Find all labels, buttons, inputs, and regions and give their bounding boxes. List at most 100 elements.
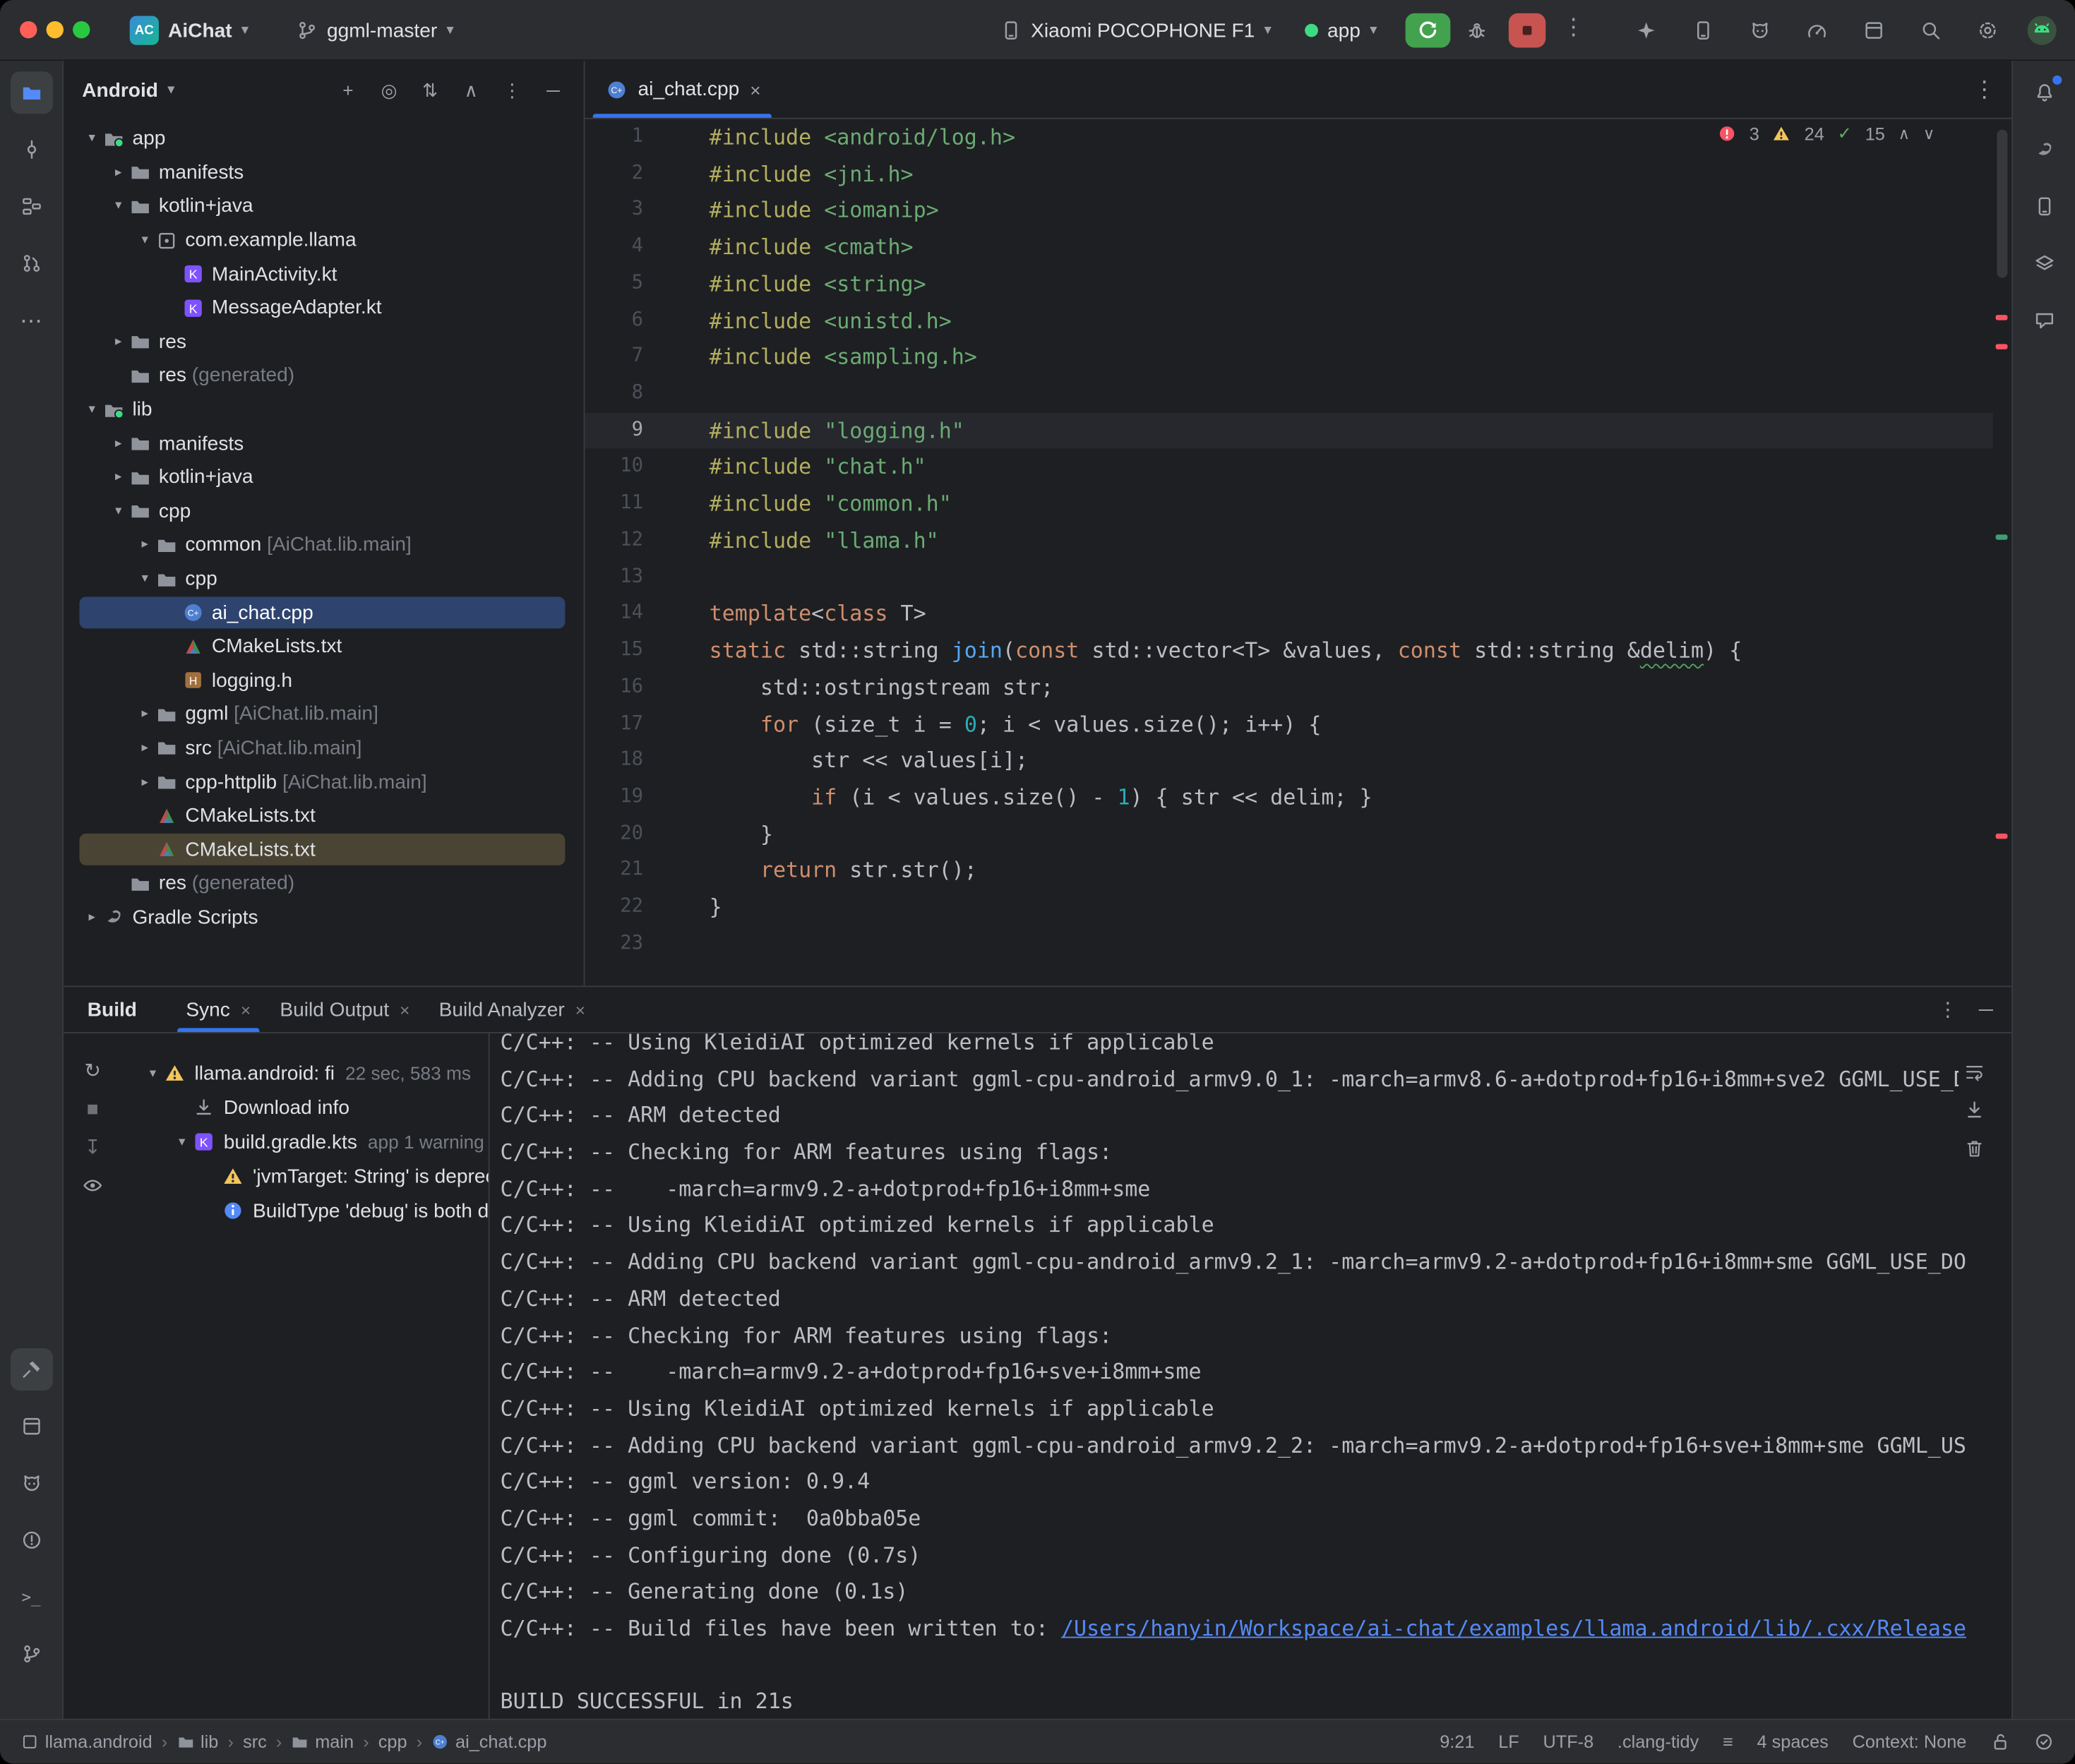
minimize-window-button[interactable] xyxy=(47,21,64,38)
code-line-7[interactable]: 7#include <sampling.h> xyxy=(585,339,1992,376)
build-event-llama-android-fi[interactable]: ▾llama.android: fi22 sec, 583 ms xyxy=(121,1056,488,1091)
tree-item-cmakelists-txt[interactable]: CMakeLists.txt xyxy=(64,833,584,867)
close-tab-icon[interactable]: × xyxy=(575,1000,585,1019)
device-manager-icon[interactable] xyxy=(1858,15,1890,47)
rerun-sync-button[interactable]: ↻ xyxy=(77,1055,109,1086)
tree-item-messageadapter-kt[interactable]: KMessageAdapter.kt xyxy=(64,291,584,325)
line-separator-widget[interactable]: LF xyxy=(1498,1732,1519,1752)
project-view-selector[interactable]: Android xyxy=(82,79,158,102)
device-manager-tool-button[interactable] xyxy=(2023,185,2065,227)
code-line-11[interactable]: 11#include "common.h" xyxy=(585,486,1992,522)
code-line-9[interactable]: 9#include "logging.h" xyxy=(585,412,1992,449)
code-line-3[interactable]: 3#include <iomanip> xyxy=(585,193,1992,229)
build-event-build-gradle-kts[interactable]: ▾Kbuild.gradle.ktsapp 1 warning xyxy=(121,1124,488,1159)
chevron-down-icon[interactable]: ▾ xyxy=(167,83,174,97)
indent-widget[interactable]: 4 spaces xyxy=(1757,1732,1829,1752)
previous-problem-icon[interactable]: ∧ xyxy=(1898,124,1910,143)
readonly-lock-icon[interactable] xyxy=(1990,1732,2010,1752)
problems-tool-button[interactable] xyxy=(10,1519,52,1561)
chevron-right-icon[interactable]: ▸ xyxy=(109,335,128,349)
collapse-all-button[interactable]: ∧ xyxy=(459,78,483,102)
locate-file-button[interactable]: ◎ xyxy=(377,78,401,102)
project-selector[interactable]: AC AiChat ▾ xyxy=(119,12,259,49)
chevron-down-icon[interactable]: ▾ xyxy=(143,1066,162,1081)
caret-position[interactable]: 9:21 xyxy=(1440,1732,1474,1752)
run-button[interactable] xyxy=(1406,13,1451,48)
tree-item-gradle-scripts[interactable]: ▸Gradle Scripts xyxy=(64,901,584,935)
chevron-down-icon[interactable]: ▾ xyxy=(135,572,155,587)
code-line-20[interactable]: 20 } xyxy=(585,816,1992,853)
panel-options-button[interactable]: ⋮ xyxy=(501,78,525,102)
code-line-14[interactable]: 14template<class T> xyxy=(585,596,1992,632)
console-file-link[interactable]: /Users/hanyin/Workspace/ai-chat/examples… xyxy=(1061,1616,1966,1641)
version-control-tool-button[interactable] xyxy=(10,1633,52,1675)
tree-item-app[interactable]: ▾app xyxy=(64,121,584,155)
device-explorer-tool-button[interactable] xyxy=(10,1405,52,1448)
breadcrumb-item-src[interactable]: src xyxy=(243,1732,267,1752)
code-line-17[interactable]: 17 for (size_t i = 0; i < values.size();… xyxy=(585,706,1992,743)
tree-item-manifests[interactable]: ▸manifests xyxy=(64,426,584,460)
tree-item-cmakelists-txt[interactable]: CMakeLists.txt xyxy=(64,799,584,833)
stop-button[interactable] xyxy=(1509,13,1545,48)
error-stripe-mark[interactable] xyxy=(1996,534,2008,539)
code-line-5[interactable]: 5#include <string> xyxy=(585,266,1992,303)
profiler-icon[interactable] xyxy=(1801,15,1833,47)
terminal-tool-button[interactable]: >_ xyxy=(10,1576,52,1618)
error-stripe-mark[interactable] xyxy=(1996,344,2008,349)
chevron-down-icon[interactable]: ▾ xyxy=(109,504,128,519)
tree-item-cmakelists-txt[interactable]: CMakeLists.txt xyxy=(64,630,584,664)
build-tab-sync[interactable]: Sync × xyxy=(172,987,265,1032)
more-run-options-button[interactable]: ⋮ xyxy=(1559,15,1588,47)
code-line-8[interactable]: 8 xyxy=(585,376,1992,412)
tree-item-src[interactable]: ▸src [AiChat.lib.main] xyxy=(64,731,584,765)
chevron-right-icon[interactable]: ▸ xyxy=(135,538,155,553)
tree-item-kotlin-java[interactable]: ▸kotlin+java xyxy=(64,460,584,494)
chevron-right-icon[interactable]: ▸ xyxy=(135,741,155,756)
code-line-19[interactable]: 19 if (i < values.size() - 1) { str << d… xyxy=(585,779,1992,816)
gradle-tool-button[interactable] xyxy=(2023,128,2065,171)
code-line-4[interactable]: 4#include <cmath> xyxy=(585,229,1992,266)
code-line-10[interactable]: 10#include "chat.h" xyxy=(585,449,1992,486)
search-icon[interactable] xyxy=(1915,15,1947,47)
editor-scrollbar[interactable] xyxy=(1997,130,2007,278)
chevron-right-icon[interactable]: ▸ xyxy=(109,436,128,451)
tree-item-ai-chat-cpp[interactable]: C+ai_chat.cpp xyxy=(64,596,584,630)
hide-build-panel-button[interactable]: ─ xyxy=(1979,1000,1993,1019)
tree-item-logging-h[interactable]: Hlogging.h xyxy=(64,664,584,697)
editor-tab-ai-chat-cpp[interactable]: C+ ai_chat.cpp × xyxy=(585,61,779,118)
context-widget[interactable]: Context: None xyxy=(1853,1732,1967,1752)
fullscreen-window-button[interactable] xyxy=(73,21,90,38)
chevron-right-icon[interactable]: ▸ xyxy=(109,165,128,180)
tree-item-com-example-llama[interactable]: ▾com.example.llama xyxy=(64,223,584,257)
logcat-icon[interactable] xyxy=(1744,15,1776,47)
pin-button[interactable]: ↧ xyxy=(77,1132,109,1163)
build-event--jvmtarget-string-is-deprec[interactable]: 'jvmTarget: String' is deprec xyxy=(121,1159,488,1194)
chevron-right-icon[interactable]: ▸ xyxy=(109,470,128,485)
logcat-tool-button[interactable] xyxy=(10,1462,52,1504)
formatter-icon[interactable]: ≡ xyxy=(1723,1733,1733,1751)
error-stripe-mark[interactable] xyxy=(1996,834,2008,839)
code-line-15[interactable]: 15static std::string join(const std::vec… xyxy=(585,632,1992,669)
build-panel-title[interactable]: Build xyxy=(88,998,137,1021)
close-tab-icon[interactable]: × xyxy=(400,1000,409,1019)
breadcrumb-item-cpp[interactable]: cpp xyxy=(378,1732,407,1752)
layout-inspector-tool-button[interactable] xyxy=(2023,242,2065,284)
tree-item-cpp[interactable]: ▾cpp xyxy=(64,494,584,528)
tree-item-kotlin-java[interactable]: ▾kotlin+java xyxy=(64,189,584,223)
inspections-status-icon[interactable] xyxy=(2034,1732,2054,1752)
eye-icon[interactable] xyxy=(77,1170,109,1201)
run-configuration-selector[interactable]: app ▾ xyxy=(1294,12,1387,49)
debug-button[interactable] xyxy=(1461,15,1493,47)
close-tab-icon[interactable]: × xyxy=(750,79,760,100)
breadcrumb-item-main[interactable]: main xyxy=(291,1732,354,1752)
code-line-23[interactable]: 23 xyxy=(585,926,1992,963)
code-line-13[interactable]: 13 xyxy=(585,559,1992,596)
tree-item-res[interactable]: res (generated) xyxy=(64,867,584,901)
build-event-buildtype-debug-is-both-de[interactable]: BuildType 'debug' is both de xyxy=(121,1194,488,1228)
tree-item-manifests[interactable]: ▸manifests xyxy=(64,155,584,189)
clang-tidy-widget[interactable]: .clang-tidy xyxy=(1617,1732,1699,1752)
pull-requests-tool-button[interactable] xyxy=(10,242,52,284)
user-avatar[interactable] xyxy=(2026,15,2058,47)
build-event-download-info[interactable]: Download info xyxy=(121,1091,488,1125)
error-stripe-mark[interactable] xyxy=(1996,315,2008,320)
